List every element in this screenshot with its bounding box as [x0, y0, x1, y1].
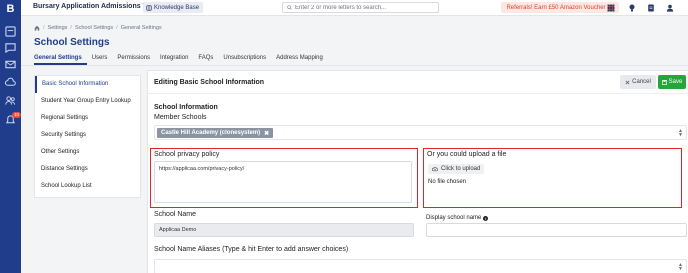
display-school-name-label: Display school name i: [426, 215, 489, 221]
cancel-label: Cancel: [632, 79, 651, 85]
cloud-upload-icon: [432, 166, 438, 172]
privacy-policy-panel: School privacy policy https://applicaa.c…: [150, 148, 418, 208]
sidenav-item-student-year-group-entry-lookup[interactable]: Student Year Group Entry Lookup: [35, 93, 140, 110]
sidenav-item-regional-settings[interactable]: Regional Settings: [35, 110, 140, 127]
select-arrows-icon[interactable]: ▲ ▼: [678, 263, 683, 272]
tab-permissions[interactable]: Permissions: [112, 54, 155, 65]
section-title: School Information: [154, 104, 218, 111]
save-icon: [661, 79, 667, 85]
school-name-input[interactable]: [154, 223, 414, 237]
home-icon[interactable]: [34, 25, 40, 31]
messages-icon[interactable]: [5, 42, 16, 54]
left-rail: B 10: [0, 0, 21, 273]
user-account-icon[interactable]: [666, 4, 674, 12]
breadcrumb-item-school-settings[interactable]: School Settings: [75, 25, 113, 31]
document-icon[interactable]: [647, 4, 655, 12]
school-name-label: School Name: [154, 211, 197, 218]
breadcrumb-separator: /: [116, 25, 118, 31]
tab-unsubscriptions[interactable]: Unsubscriptions: [218, 54, 271, 65]
dashboard-icon[interactable]: [5, 26, 16, 37]
tab-integration[interactable]: Integration: [155, 54, 193, 65]
tab-general-settings[interactable]: General Settings: [34, 54, 87, 65]
save-button[interactable]: Save: [658, 75, 686, 89]
settings-sidenav: Basic School Information Student Year Gr…: [34, 75, 141, 198]
sidenav-item-school-lookup-list[interactable]: School Lookup List: [35, 178, 140, 195]
breadcrumb-item-settings[interactable]: Settings: [48, 25, 68, 31]
sidenav-item-distance-settings[interactable]: Distance Settings: [35, 161, 140, 178]
school-name-aliases-label: School Name Aliases (Type & hit Enter to…: [154, 246, 349, 253]
sidenav-item-basic-school-information[interactable]: Basic School Information: [35, 76, 140, 93]
cancel-button[interactable]: Cancel: [620, 75, 656, 89]
lightbulb-icon[interactable]: [628, 4, 636, 12]
knowledge-base-button[interactable]: Knowledge Base: [143, 2, 204, 13]
breadcrumb: / Settings / School Settings / General S…: [34, 25, 162, 31]
search-input[interactable]: [295, 4, 435, 11]
school-name-aliases-input[interactable]: ▲ ▼: [154, 259, 687, 273]
privacy-policy-textarea[interactable]: https://applicaa.com/privacy-policy/: [154, 161, 412, 203]
member-schools-label: Member Schools: [154, 114, 207, 121]
card-header: Editing Basic School Information Cancel …: [148, 71, 688, 94]
tabs-divider: [21, 65, 688, 66]
mail-icon[interactable]: [5, 59, 16, 70]
select-arrows-icon[interactable]: ▲ ▼: [678, 129, 683, 138]
cloud-upload-icon[interactable]: [4, 77, 16, 88]
tab-users[interactable]: Users: [87, 54, 113, 65]
save-label: Save: [668, 79, 683, 85]
breadcrumb-separator: /: [70, 25, 72, 31]
member-school-chip: Castle Hill Academy (clonesystem) ✖: [157, 128, 274, 138]
apps-grid-icon[interactable]: [607, 4, 615, 12]
sidenav-item-security-settings[interactable]: Security Settings: [35, 127, 140, 144]
display-school-name-text: Display school name: [426, 215, 482, 221]
info-icon[interactable]: i: [483, 215, 489, 221]
knowledge-base-label: Knowledge Base: [154, 4, 200, 11]
book-icon: [146, 4, 152, 11]
display-school-name-input[interactable]: [426, 223, 687, 237]
notification-badge: 10: [12, 112, 21, 118]
member-schools-select[interactable]: Castle Hill Academy (clonesystem) ✖ ▲ ▼: [154, 125, 687, 140]
tab-address-mapping[interactable]: Address Mapping: [271, 54, 328, 65]
card-title: Editing Basic School Information: [154, 79, 265, 86]
member-school-chip-label: Castle Hill Academy (clonesystem): [161, 130, 261, 136]
upload-button[interactable]: Click to upload: [428, 164, 485, 174]
app-logo[interactable]: B: [4, 3, 17, 16]
remove-chip-icon[interactable]: ✖: [264, 130, 269, 137]
users-icon[interactable]: [5, 95, 16, 106]
global-search[interactable]: [282, 2, 439, 13]
upload-label: Or you could upload a file: [427, 151, 507, 158]
upload-panel: Or you could upload a file Click to uplo…: [423, 148, 682, 208]
settings-tabs: General Settings Users Permissions Integ…: [34, 54, 328, 65]
referral-button[interactable]: Referrals! Earn £50 Amazon Voucher: [501, 2, 619, 13]
breadcrumb-item-general-settings: General Settings: [120, 25, 162, 31]
close-icon: [625, 80, 630, 84]
referral-label: Referrals! Earn £50 Amazon Voucher: [506, 4, 606, 11]
upload-status: No file chosen: [428, 179, 467, 185]
sidenav-item-other-settings[interactable]: Other Settings: [35, 144, 140, 161]
top-bar: Bursary Application Admissions Y... Know…: [21, 0, 688, 16]
edit-card: Editing Basic School Information Cancel …: [147, 70, 688, 273]
tab-faqs[interactable]: FAQs: [193, 54, 218, 65]
page-title: School Settings: [34, 37, 110, 48]
breadcrumb-separator: /: [43, 25, 45, 31]
upload-button-label: Click to upload: [441, 166, 481, 172]
search-icon: [287, 5, 292, 10]
app-title[interactable]: Bursary Application Admissions Y...: [33, 3, 152, 10]
privacy-policy-label: School privacy policy: [154, 151, 220, 158]
